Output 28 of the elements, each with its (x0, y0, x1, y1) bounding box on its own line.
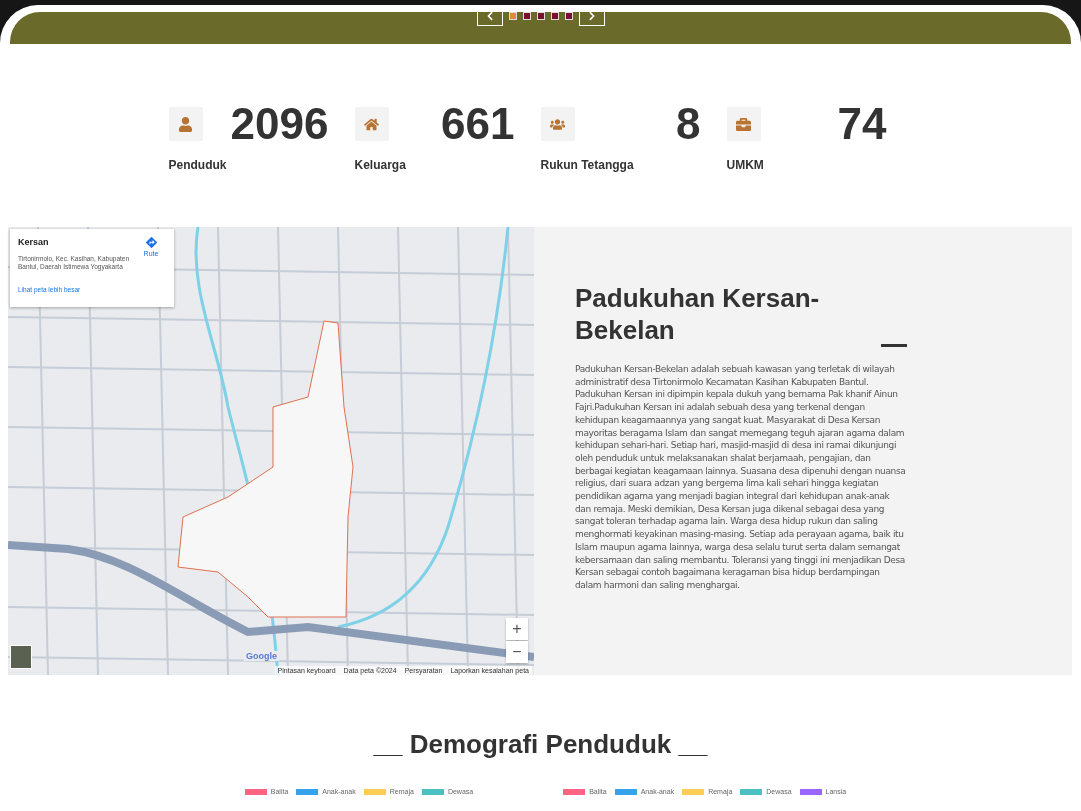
stat-value: 661 (441, 104, 515, 144)
group-icon (550, 116, 565, 132)
carousel-indicator[interactable] (536, 12, 545, 20)
description-paragraph: Padukuhan Kersan-Bekelan adalah sebuah kawasan yang terletak di wilayah administratif desa Tirtonirmolo Kecamatan Kasihan Kabupaten Bantul. Padukuhan Kersan ini dipimpin kepala dukuh yang bernama Pak khanif Ainun Fajri.Padukuhan Kersan ini adalah sebuah desa yang terkenal dengan kehidupan keagamaannya yang sangat kuat. Masyarakat di Desa Kersan mayoritas beragama Islam dan sangat memegang teguh ajaran agama dalam kehidupan sehari-hari. Setiap hari, masjid-masjid di desa ini ramai dikunjungi oleh penduduk untuk melaksanakan shalat berjamaah, pengajian, dan berbagai kegiatan keagamaan lainnya. Suasana desa dipenuhi dengan nuansa religius, dari suara adzan yang bergema lima kali sehari hingga kegiatan pendidikan agama yang menjadi bagian integral dari kehidupan anak-anak dan remaja. Meski demikian, Desa Kersan juga dikenal sebagai desa yang sangat toleran terhadap agama lain. Warga desa hidup rukun dan saling menghormati keyakinan masing-masing. Setiap ada perayaan agama, baik itu Islam maupun agama lainnya, warga desa selalu turut serta dalam semangat kebersamaan dan saling membantu. Toleransi yang tinggi ini menjadikan Desa Kersan sebagai contoh bagaimana keragaman bisa hidup berdampingan dalam harmoni dan saling menghargai. (575, 363, 906, 592)
stat-label: Keluarga (354, 158, 407, 172)
stat-label: Rukun Tetangga (540, 158, 635, 172)
zoom-out-button[interactable]: − (506, 641, 528, 663)
stat-value: 8 (676, 104, 701, 144)
person-icon (178, 116, 193, 132)
section-title: __ Demografi Penduduk __ (372, 729, 709, 760)
stat-label: UMKM (726, 158, 765, 172)
chevron-right-icon (586, 11, 597, 21)
section-title: Padukuhan Kersan-Bekelan (575, 282, 821, 346)
house-icon (364, 116, 379, 132)
zoom-in-button[interactable]: + (506, 618, 528, 640)
carousel-indicator[interactable] (550, 12, 559, 20)
stat-value: 2096 (230, 104, 329, 144)
place-title: Kersan (18, 237, 50, 249)
stat-value: 74 (837, 104, 887, 144)
carousel-indicator[interactable] (508, 12, 517, 20)
carousel-indicator[interactable] (564, 12, 573, 20)
title-dash (881, 344, 907, 347)
stat-label: Penduduk (168, 158, 228, 172)
directions-icon (145, 237, 157, 248)
carousel-indicator[interactable] (522, 12, 531, 20)
satellite-thumbnail[interactable] (10, 645, 32, 669)
map-logo: Google (244, 651, 279, 661)
briefcase-icon (736, 116, 751, 132)
